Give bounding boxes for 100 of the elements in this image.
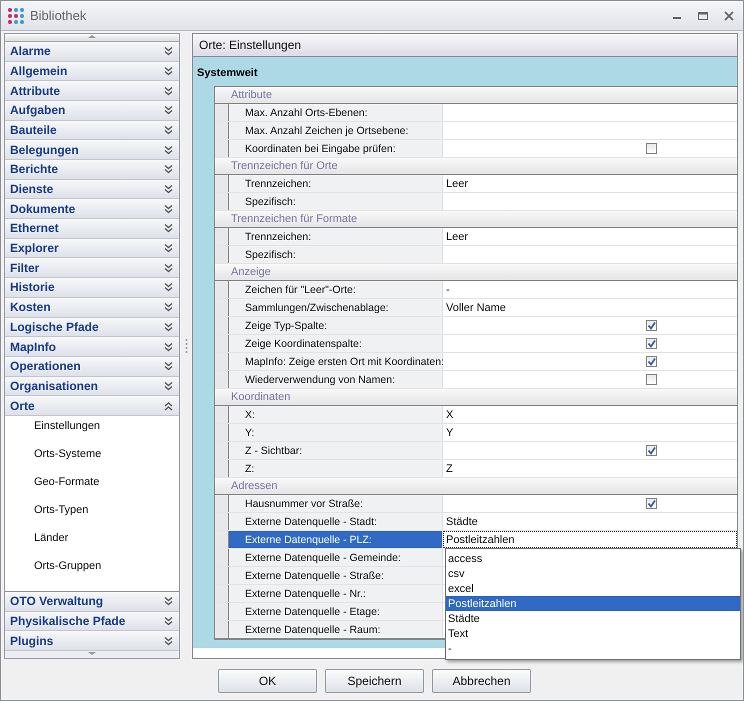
sidebar-section-header[interactable]: Dokumente — [5, 199, 179, 220]
property-label[interactable]: Trennzeichen: — [229, 175, 443, 192]
dialog-button[interactable]: OK — [218, 669, 317, 693]
sidebar-section-header[interactable]: Ethernet — [5, 219, 179, 239]
property-label[interactable]: Sammlungen/Zwischenablage: — [229, 299, 443, 316]
row-selector[interactable] — [215, 193, 229, 210]
sidebar-item[interactable]: Einstellungen — [34, 420, 100, 432]
row-selector[interactable] — [215, 122, 229, 139]
property-label[interactable]: MapInfo: Zeige ersten Ort mit Koordinaten: — [229, 353, 443, 370]
dropdown-option[interactable]: - — [446, 641, 740, 656]
row-selector[interactable] — [215, 140, 229, 157]
row-selector[interactable] — [215, 371, 229, 388]
checkbox[interactable] — [646, 498, 657, 509]
property-label[interactable]: X: — [229, 406, 443, 423]
property-label[interactable]: Zeichen für "Leer"-Orte: — [229, 281, 443, 298]
property-label[interactable]: Spezifisch: — [229, 246, 443, 263]
property-label[interactable]: Externe Datenquelle - Gemeinde: — [229, 549, 443, 566]
sidebar-section-header[interactable]: Berichte — [5, 160, 179, 180]
group-header[interactable]: Anzeige — [231, 266, 271, 278]
property-label[interactable]: Externe Datenquelle - PLZ: — [229, 531, 443, 548]
property-label[interactable]: Max. Anzahl Zeichen je Ortsebene: — [229, 122, 443, 139]
sidebar-section-header[interactable]: Orte — [5, 396, 179, 416]
sidebar-section-header[interactable]: Aufgaben — [5, 100, 179, 121]
property-label[interactable]: Externe Datenquelle - Straße: — [229, 567, 443, 584]
close-icon[interactable] — [723, 10, 735, 22]
property-label[interactable]: Externe Datenquelle - Raum: — [229, 621, 443, 638]
property-label[interactable]: Zeige Koordinatenspalte: — [229, 335, 443, 352]
row-selector[interactable] — [215, 104, 229, 121]
row-selector[interactable] — [215, 621, 229, 638]
sidebar-item[interactable]: Orts-Typen — [34, 504, 88, 516]
sidebar-section-header[interactable]: Belegungen — [5, 140, 179, 160]
property-label[interactable]: Externe Datenquelle - Etage: — [229, 603, 443, 620]
dropdown-value[interactable]: Postleitzahlen — [446, 534, 514, 546]
row-selector[interactable] — [215, 228, 229, 245]
row-selector[interactable] — [215, 246, 229, 263]
dropdown-option[interactable]: access — [446, 551, 740, 566]
row-selector[interactable] — [215, 460, 229, 477]
dropdown-option[interactable]: csv — [446, 566, 740, 581]
row-selector[interactable] — [215, 335, 229, 352]
sidebar-section-header[interactable]: Dienste — [5, 180, 179, 200]
checkbox[interactable] — [646, 374, 657, 385]
dropdown-option[interactable]: Postleitzahlen — [446, 596, 740, 611]
row-selector[interactable] — [215, 406, 229, 423]
sidebar-section-header[interactable]: OTO Verwaltung — [5, 592, 179, 612]
property-label[interactable]: Externe Datenquelle - Stadt: — [229, 513, 443, 530]
sidebar-section-header[interactable]: Physikalische Pfade — [5, 612, 179, 632]
property-label[interactable]: Zeige Typ-Spalte: — [229, 317, 443, 334]
sidebar-section-header[interactable]: Historie — [5, 278, 179, 298]
dropdown-option[interactable]: Städte — [446, 611, 740, 626]
row-selector[interactable] — [215, 585, 229, 602]
sidebar-section-header[interactable]: Attribute — [5, 81, 179, 101]
row-selector[interactable] — [215, 299, 229, 316]
row-selector[interactable] — [215, 424, 229, 441]
dialog-button[interactable]: Abbrechen — [432, 669, 531, 693]
row-selector[interactable] — [215, 442, 229, 459]
row-selector[interactable] — [215, 603, 229, 620]
row-selector[interactable] — [215, 353, 229, 370]
row-selector[interactable] — [215, 495, 229, 512]
sidebar-section-header[interactable]: Organisationen — [5, 376, 179, 396]
sidebar-item[interactable]: Länder — [34, 532, 68, 544]
property-label[interactable]: Trennzeichen: — [229, 228, 443, 245]
property-label[interactable]: Max. Anzahl Orts-Ebenen: — [229, 104, 443, 121]
group-header[interactable]: Trennzeichen für Orte — [231, 160, 338, 172]
sidebar-section-header[interactable]: Operationen — [5, 356, 179, 377]
row-selector[interactable] — [215, 513, 229, 530]
row-selector[interactable] — [215, 175, 229, 192]
checkbox[interactable] — [646, 445, 657, 456]
maximize-icon[interactable] — [697, 10, 709, 22]
group-header[interactable]: Attribute — [231, 89, 272, 101]
dropdown-option[interactable]: excel — [446, 581, 740, 596]
sidebar-section-header[interactable]: Alarme — [5, 42, 179, 62]
checkbox[interactable] — [646, 356, 657, 367]
row-selector[interactable] — [215, 281, 229, 298]
sidebar-section-header[interactable]: Allgemein — [5, 62, 179, 82]
dropdown-option[interactable]: Text — [446, 626, 740, 641]
property-label[interactable]: Y: — [229, 424, 443, 441]
row-selector[interactable] — [215, 549, 229, 566]
property-label[interactable]: Externe Datenquelle - Nr.: — [229, 585, 443, 602]
sidebar-item[interactable]: Geo-Formate — [34, 476, 100, 488]
property-label[interactable]: Koordinaten bei Eingabe prüfen: — [229, 140, 443, 157]
property-label[interactable]: Hausnummer vor Straße: — [229, 495, 443, 512]
checkbox[interactable] — [646, 320, 657, 331]
property-label[interactable]: Spezifisch: — [229, 193, 443, 210]
sidebar-item[interactable]: Orts-Gruppen — [34, 560, 102, 572]
group-header[interactable]: Koordinaten — [231, 391, 290, 403]
group-header[interactable]: Adressen — [231, 480, 278, 492]
sidebar-section-header[interactable]: MapInfo — [5, 337, 179, 357]
sidebar-section-header[interactable]: Bauteile — [5, 120, 179, 140]
dialog-button[interactable]: Speichern — [325, 669, 424, 693]
checkbox[interactable] — [646, 338, 657, 349]
group-header[interactable]: Trennzeichen für Formate — [231, 213, 358, 225]
sidebar-section-header[interactable]: Filter — [5, 258, 179, 278]
sidebar-section-header[interactable]: Kosten — [5, 298, 179, 318]
checkbox[interactable] — [646, 143, 657, 154]
row-selector[interactable] — [215, 567, 229, 584]
sidebar-section-header[interactable]: Plugins — [5, 631, 179, 652]
property-label[interactable]: Wiederverwendung von Namen: — [229, 371, 443, 388]
property-label[interactable]: Z - Sichtbar: — [229, 442, 443, 459]
sidebar-section-header[interactable]: Logische Pfade — [5, 318, 179, 338]
sidebar-section-header[interactable]: Explorer — [5, 238, 179, 258]
